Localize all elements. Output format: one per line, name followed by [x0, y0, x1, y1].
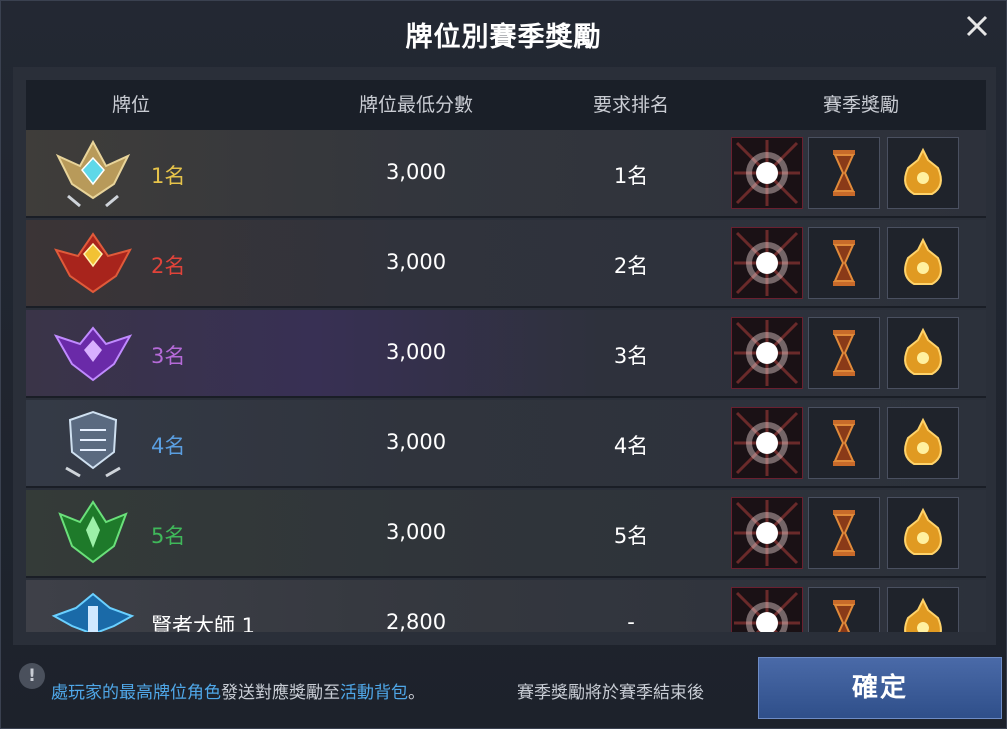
reward-golden-pouch[interactable]: [887, 137, 959, 209]
min-score: 2,800: [385, 610, 447, 632]
reward-orb-chest[interactable]: [731, 227, 803, 299]
min-score: 3,000: [385, 430, 447, 454]
silver-crest-icon: [65, 410, 121, 478]
golden-pouch-icon: [904, 327, 942, 375]
min-score: 3,000: [385, 160, 447, 184]
footer-notice-right: 賽季獎勵將於賽季結束後: [517, 683, 704, 703]
table-row: 賢者大師 1 2,800 -: [26, 580, 986, 632]
golden-pouch-icon: [904, 417, 942, 465]
green-crest-icon: [58, 500, 128, 564]
reward-golden-pouch[interactable]: [887, 407, 959, 479]
required-rank: 4名: [613, 434, 649, 458]
reward-hourglass[interactable]: [808, 317, 880, 389]
glowing-orb-chest-icon: [734, 500, 800, 566]
reward-golden-pouch[interactable]: [887, 497, 959, 569]
footer-notice: 處玩家的最高牌位角色發送對應獎勵至活動背包。: [51, 678, 425, 703]
reward-orb-chest[interactable]: [731, 317, 803, 389]
reward-hourglass[interactable]: [808, 227, 880, 299]
golden-pouch-icon: [904, 147, 942, 195]
close-button[interactable]: [962, 13, 992, 43]
header-min-score: 牌位最低分數: [358, 94, 473, 116]
table-row: 2名 3,000 2名: [26, 220, 986, 308]
dialog-title: 牌位別賽季獎勵: [405, 22, 602, 53]
rank-name: 2名: [151, 254, 186, 278]
min-score: 3,000: [385, 340, 447, 364]
notice-highlight-bag: 活動背包: [340, 683, 408, 703]
purple-crest-icon: [53, 326, 133, 382]
min-score: 3,000: [385, 520, 447, 544]
glowing-orb-chest-icon: [734, 410, 800, 476]
header-season-reward: 賽季獎勵: [822, 94, 899, 116]
table-row: 3名 3,000 3名: [26, 310, 986, 398]
hourglass-icon: [833, 600, 855, 632]
glowing-orb-chest-icon: [734, 140, 800, 206]
reward-hourglass[interactable]: [808, 497, 880, 569]
notice-highlight-character: 處玩家的最高牌位角色: [51, 683, 221, 703]
hourglass-icon: [833, 150, 855, 196]
notice-mid: 發送對應獎勵至: [221, 683, 340, 703]
gold-crest-icon: [55, 139, 131, 208]
blue-crest-icon: [51, 592, 135, 632]
reward-orb-chest[interactable]: [731, 137, 803, 209]
min-score: 3,000: [385, 250, 447, 274]
table-row: 5名 3,000 5名: [26, 490, 986, 578]
rank-name: 4名: [151, 434, 186, 458]
required-rank: -: [627, 610, 635, 632]
reward-golden-pouch[interactable]: [887, 227, 959, 299]
reward-orb-chest[interactable]: [731, 407, 803, 479]
header-required-rank: 要求排名: [592, 94, 669, 116]
red-crest-icon: [54, 232, 132, 294]
required-rank: 3名: [613, 344, 649, 368]
info-icon: !: [19, 663, 45, 689]
close-icon: [966, 15, 988, 37]
table-rows: 1名 3,000 1名 2名 3,000 2名 3名 3,000 3名 4名 3…: [26, 130, 986, 632]
rank-name: 賢者大師 1: [151, 614, 256, 632]
table-row: 4名 3,000 4名: [26, 400, 986, 488]
required-rank: 1名: [613, 164, 649, 188]
confirm-button[interactable]: 確定: [758, 657, 1002, 719]
season-reward-dialog: 牌位別賽季獎勵 牌位 牌位最低分數 要求排名 賽季獎勵 1名 3,000 1名 …: [0, 0, 1007, 729]
hourglass-icon: [833, 240, 855, 286]
reward-golden-pouch[interactable]: [887, 317, 959, 389]
reward-golden-pouch[interactable]: [887, 587, 959, 632]
hourglass-icon: [833, 330, 855, 376]
golden-pouch-icon: [904, 597, 942, 632]
reward-hourglass[interactable]: [808, 587, 880, 632]
hourglass-icon: [833, 420, 855, 466]
golden-pouch-icon: [904, 507, 942, 555]
header-rank: 牌位: [111, 94, 150, 116]
reward-table-panel[interactable]: 牌位 牌位最低分數 要求排名 賽季獎勵 1名 3,000 1名 2名 3,000…: [13, 67, 996, 645]
rank-name: 1名: [151, 164, 186, 188]
notice-end: 。: [408, 683, 425, 703]
rank-name: 5名: [151, 524, 186, 548]
reward-orb-chest[interactable]: [731, 587, 803, 632]
hourglass-icon: [833, 510, 855, 556]
table-row: 1名 3,000 1名: [26, 130, 986, 218]
glowing-orb-chest-icon: [734, 320, 800, 386]
required-rank: 2名: [613, 254, 649, 278]
rank-name: 3名: [151, 344, 186, 368]
glowing-orb-chest-icon: [734, 230, 800, 296]
required-rank: 5名: [613, 524, 649, 548]
golden-pouch-icon: [904, 237, 942, 285]
reward-orb-chest[interactable]: [731, 497, 803, 569]
reward-hourglass[interactable]: [808, 137, 880, 209]
table-header: 牌位 牌位最低分數 要求排名 賽季獎勵: [26, 80, 986, 130]
glowing-orb-chest-icon: [734, 590, 800, 632]
reward-hourglass[interactable]: [808, 407, 880, 479]
